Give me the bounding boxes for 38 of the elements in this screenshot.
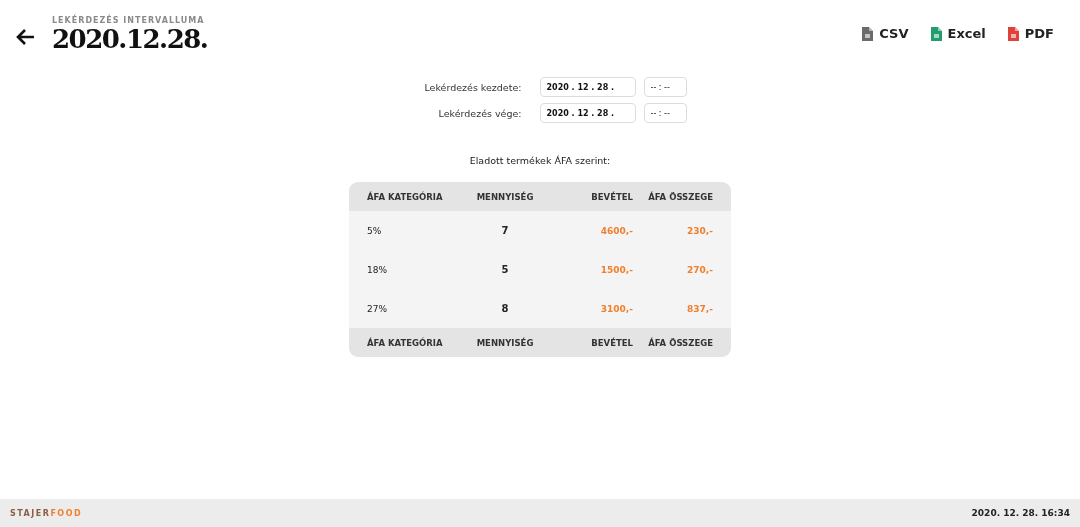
date-field[interactable]: 2020 . 12 . 28 . <box>539 103 636 123</box>
table-cell-text: 5% <box>366 225 383 236</box>
column-header: BEVÉTEL <box>590 337 633 348</box>
field-label: Lekérdezés kezdete: <box>423 81 522 93</box>
table-cell-text: 8 <box>500 303 510 314</box>
date-time: 2020. 12. 28. 16:34 <box>971 508 1070 518</box>
column-header: ÁFA KATEGÓRIA <box>366 191 444 202</box>
file-icon <box>1007 26 1019 41</box>
table-cell-text: 270,- <box>686 264 714 275</box>
column-header: ÁFA ÖSSZEGE <box>647 337 714 348</box>
column-header: ÁFA ÖSSZEGE <box>647 191 714 202</box>
table-cell-text: 4600,- <box>599 225 633 236</box>
date-field[interactable]: 2020 . 12 . 28 . <box>539 77 636 97</box>
subtitle: LEKÉRDEZÉS INTERVALLUMA <box>52 16 206 25</box>
table-cell-text: 1500,- <box>599 264 633 275</box>
page-title: 2020.12.28. <box>52 25 208 53</box>
file-icon <box>862 26 874 41</box>
table-cell-text: 3100,- <box>599 303 633 314</box>
column-header: MENNYISÉG <box>475 191 535 202</box>
brand-logo: STAJER FOOD <box>10 508 83 518</box>
table-caption: Eladott termékek ÁFA szerint: <box>469 155 611 166</box>
table-cell-text: 837,- <box>686 303 714 314</box>
file-icon <box>930 26 942 41</box>
column-header: ÁFA KATEGÓRIA <box>366 337 444 348</box>
time-field[interactable]: -- : -- <box>643 103 687 123</box>
table-cell-text: 230,- <box>686 225 714 236</box>
table-cell-text: 7 <box>500 225 510 236</box>
table-cell-text: 5 <box>500 264 510 275</box>
excel-export-button[interactable]: Excel <box>930 26 986 41</box>
back-arrow-icon[interactable] <box>16 27 36 47</box>
pdf-export-button[interactable]: PDF <box>1007 26 1054 41</box>
field-label: Lekérdezés vége: <box>437 107 522 119</box>
table-cell-text: 18% <box>366 264 388 275</box>
time-field[interactable]: -- : -- <box>643 77 687 97</box>
column-header: MENNYISÉG <box>475 337 535 348</box>
table-cell-text: 27% <box>366 303 388 314</box>
csv-export-button[interactable]: CSV <box>862 26 909 41</box>
column-header: BEVÉTEL <box>590 191 633 202</box>
